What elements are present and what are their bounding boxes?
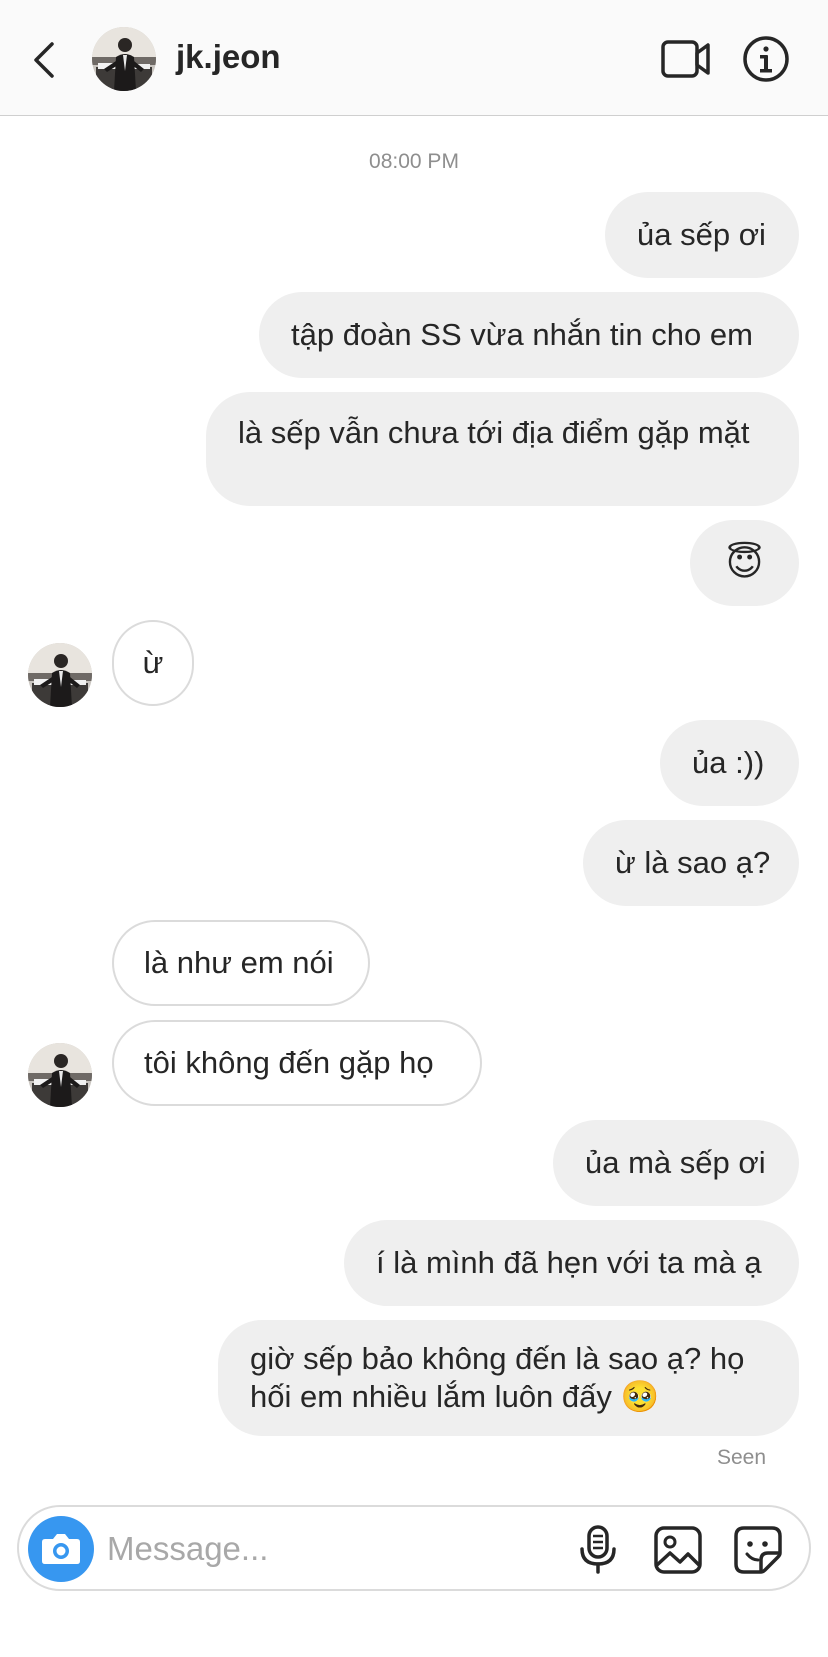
- voice-message-button[interactable]: [575, 1525, 621, 1575]
- message-emoji: 😇: [725, 542, 764, 583]
- outgoing-message[interactable]: tập đoàn SS vừa nhắn tin cho em: [259, 292, 799, 378]
- outgoing-message[interactable]: ừ là sao ạ?: [583, 820, 799, 906]
- incoming-message[interactable]: là như em nói: [112, 920, 370, 1006]
- message-text: tôi không đến gặp họ: [144, 1045, 434, 1080]
- chat-header: jk.jeon: [0, 0, 828, 116]
- info-icon: [743, 36, 789, 82]
- image-icon: [654, 1526, 702, 1574]
- outgoing-message[interactable]: 😇: [690, 520, 799, 606]
- avatar: [28, 1043, 92, 1107]
- outgoing-message[interactable]: giờ sếp bảo không đến là sao ạ? họ hối e…: [218, 1320, 799, 1436]
- message-text: tập đoàn SS vừa nhắn tin cho em: [291, 317, 753, 352]
- chevron-left-icon: [34, 42, 54, 78]
- back-button[interactable]: [26, 36, 66, 84]
- outgoing-message[interactable]: là sếp vẫn chưa tới địa điểm gặp mặt: [206, 392, 799, 506]
- gallery-button[interactable]: [653, 1525, 703, 1575]
- sticker-button[interactable]: [733, 1525, 783, 1575]
- message-text: là như em nói: [144, 945, 334, 980]
- outgoing-message[interactable]: ủa :)): [660, 720, 799, 806]
- incoming-message[interactable]: ừ: [112, 620, 194, 706]
- sticker-icon: [734, 1526, 782, 1574]
- video-camera-icon: [661, 40, 710, 78]
- message-text: ủa :)): [692, 745, 765, 780]
- message-composer: [17, 1505, 811, 1591]
- message-text: ừ: [142, 645, 164, 680]
- outgoing-message[interactable]: í là mình đã hẹn với ta mà ạ: [344, 1220, 799, 1306]
- thread-timestamp: 08:00 PM: [369, 150, 459, 173]
- incoming-message[interactable]: tôi không đến gặp họ: [112, 1020, 482, 1106]
- message-input[interactable]: [107, 1523, 527, 1575]
- message-text: ừ là sao ạ?: [615, 845, 771, 880]
- info-button[interactable]: [742, 35, 790, 83]
- message-text: í là mình đã hẹn với ta mà ạ: [376, 1245, 762, 1280]
- message-text: giờ sếp bảo không đến là sao ạ? họ hối e…: [250, 1341, 745, 1414]
- camera-icon: [42, 1534, 80, 1564]
- microphone-icon: [580, 1525, 616, 1574]
- contact-username[interactable]: jk.jeon: [176, 38, 281, 76]
- camera-button[interactable]: [28, 1516, 94, 1582]
- message-text: ủa sếp ơi: [637, 217, 766, 252]
- avatar: [28, 643, 92, 707]
- outgoing-message[interactable]: ủa sếp ơi: [605, 192, 799, 278]
- message-text: là sếp vẫn chưa tới địa điểm gặp mặt: [238, 415, 750, 450]
- outgoing-message[interactable]: ủa mà sếp ơi: [553, 1120, 799, 1206]
- video-call-button[interactable]: [660, 38, 712, 80]
- avatar[interactable]: [92, 27, 156, 91]
- message-text: ủa mà sếp ơi: [585, 1145, 766, 1180]
- seen-indicator: Seen: [716, 1446, 766, 1469]
